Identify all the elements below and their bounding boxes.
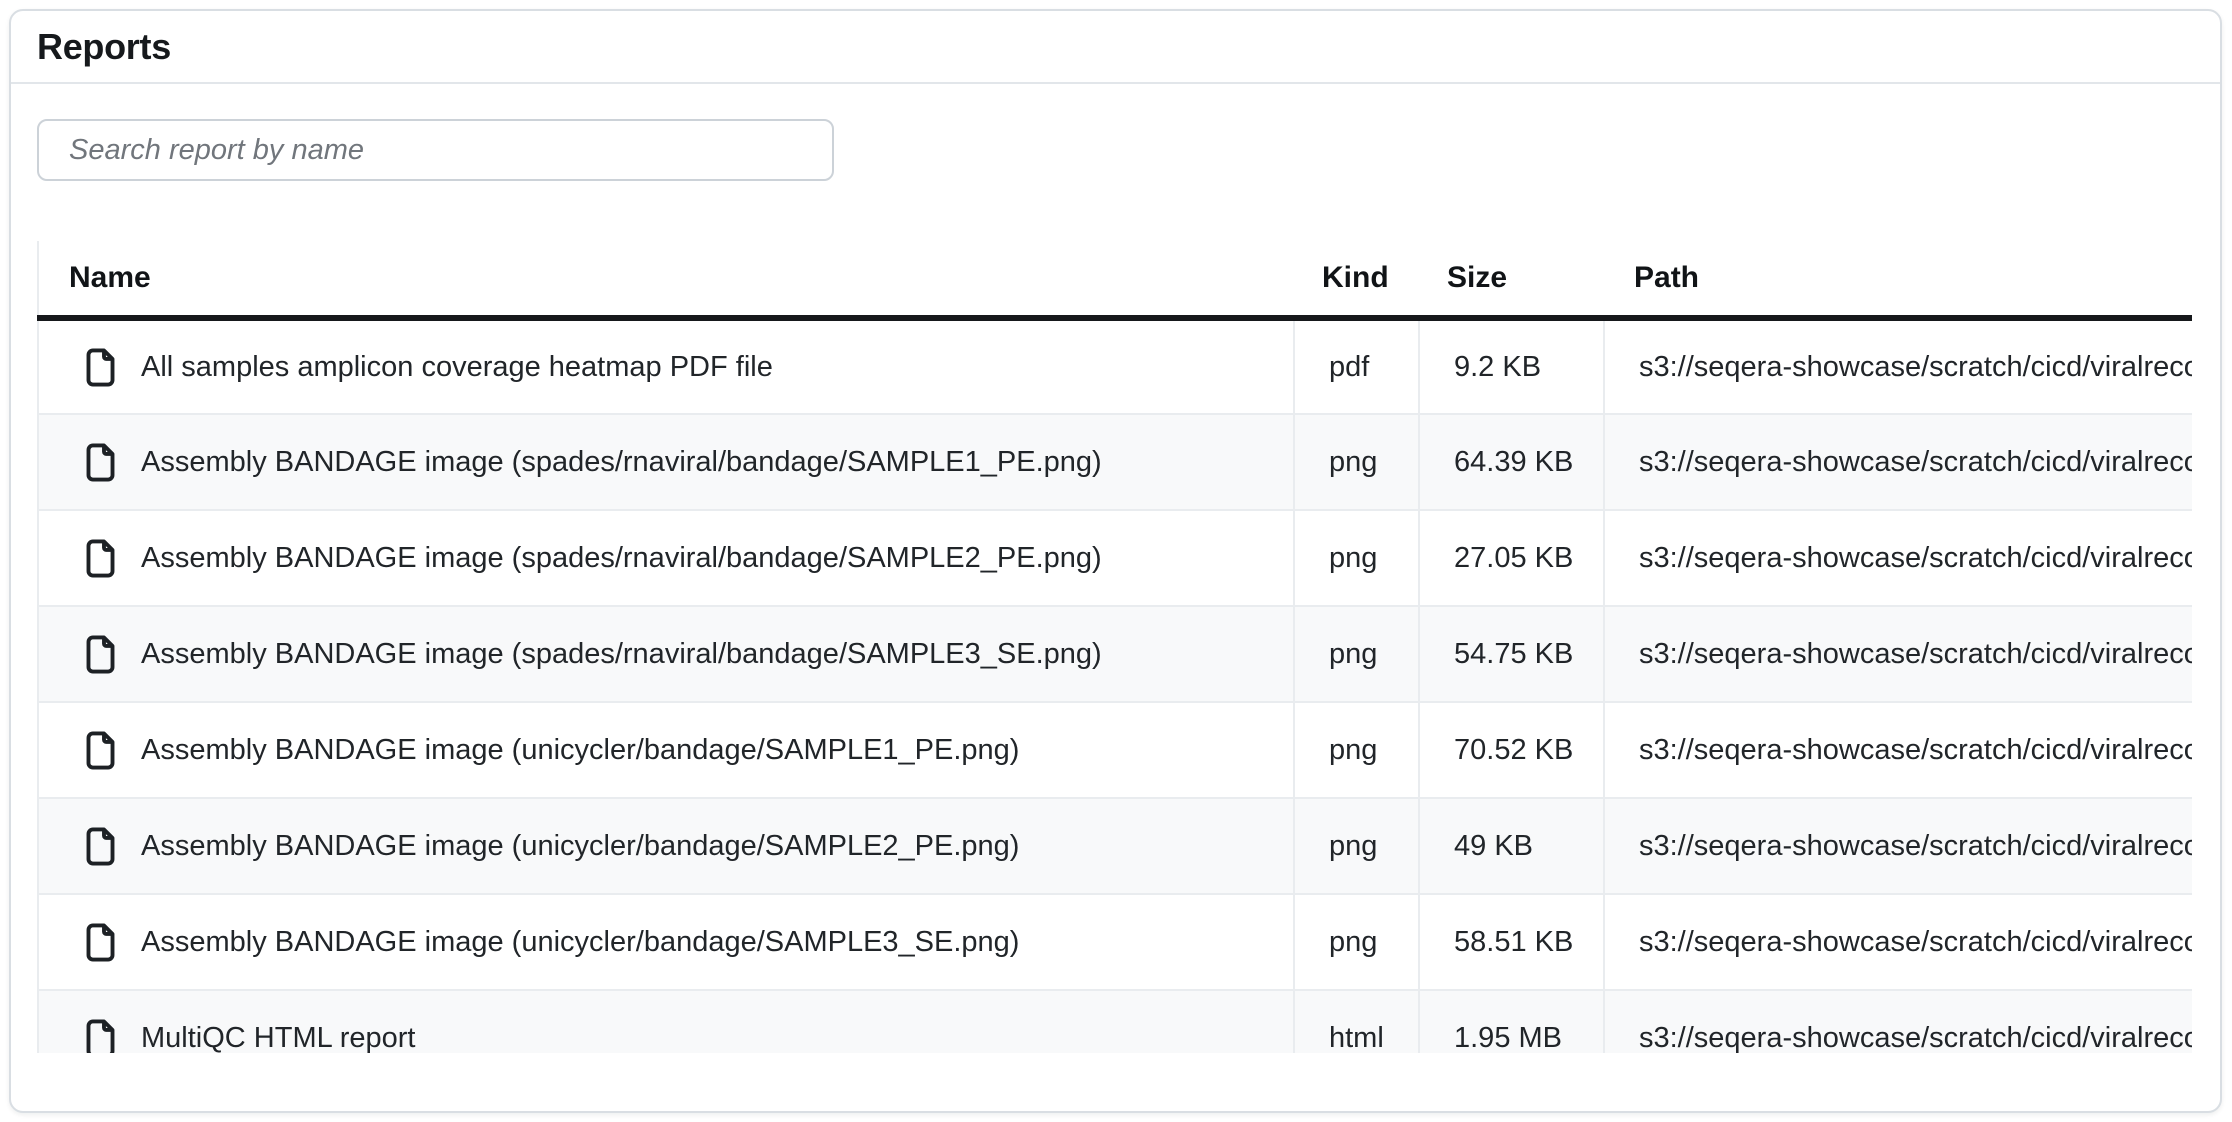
report-size: 70.52 KB xyxy=(1419,702,1604,798)
card-body: Name Kind Size Path All samples amplicon… xyxy=(11,84,2220,1053)
column-header-kind: Kind xyxy=(1294,241,1419,318)
report-path: s3://seqera-showcase/scratch/cicd/viralr… xyxy=(1604,510,2192,606)
reports-table: Name Kind Size Path All samples amplicon… xyxy=(37,241,2192,1053)
table-row[interactable]: MultiQC HTML report html 1.95 MB s3://se… xyxy=(38,990,2192,1053)
report-size: 54.75 KB xyxy=(1419,606,1604,702)
column-header-name: Name xyxy=(38,241,1294,318)
file-earmark-icon xyxy=(85,1019,116,1053)
table-row[interactable]: Assembly BANDAGE image (spades/rnaviral/… xyxy=(38,606,2192,702)
report-path: s3://seqera-showcase/scratch/cicd/viralr… xyxy=(1604,318,2192,414)
report-name-label: Assembly BANDAGE image (spades/rnaviral/… xyxy=(141,638,1102,671)
file-earmark-icon xyxy=(85,348,116,387)
report-name-label: All samples amplicon coverage heatmap PD… xyxy=(141,351,773,384)
report-path: s3://seqera-showcase/scratch/cicd/viralr… xyxy=(1604,606,2192,702)
table-row[interactable]: All samples amplicon coverage heatmap PD… xyxy=(38,318,2192,414)
report-name-label: Assembly BANDAGE image (spades/rnaviral/… xyxy=(141,542,1102,575)
table-row[interactable]: Assembly BANDAGE image (spades/rnaviral/… xyxy=(38,414,2192,510)
file-earmark-icon xyxy=(85,827,116,866)
reports-card: Reports Name Kind Size Path xyxy=(9,9,2222,1113)
report-size: 9.2 KB xyxy=(1419,318,1604,414)
report-kind: png xyxy=(1294,414,1419,510)
report-kind: png xyxy=(1294,510,1419,606)
report-kind: html xyxy=(1294,990,1419,1053)
report-size: 58.51 KB xyxy=(1419,894,1604,990)
report-kind: pdf xyxy=(1294,318,1419,414)
card-header: Reports xyxy=(11,11,2220,84)
file-earmark-icon xyxy=(85,635,116,674)
report-size: 1.95 MB xyxy=(1419,990,1604,1053)
table-row[interactable]: Assembly BANDAGE image (unicycler/bandag… xyxy=(38,894,2192,990)
table-row[interactable]: Assembly BANDAGE image (unicycler/bandag… xyxy=(38,798,2192,894)
table-header-row: Name Kind Size Path xyxy=(38,241,2192,318)
report-path: s3://seqera-showcase/scratch/cicd/viralr… xyxy=(1604,798,2192,894)
report-path: s3://seqera-showcase/scratch/cicd/viralr… xyxy=(1604,990,2192,1053)
report-size: 27.05 KB xyxy=(1419,510,1604,606)
search-input[interactable] xyxy=(37,119,834,181)
page-title: Reports xyxy=(37,26,171,68)
file-earmark-icon xyxy=(85,443,116,482)
report-size: 49 KB xyxy=(1419,798,1604,894)
report-name-label: MultiQC HTML report xyxy=(141,1022,415,1053)
report-kind: png xyxy=(1294,894,1419,990)
column-header-path: Path xyxy=(1604,241,2192,318)
report-name-label: Assembly BANDAGE image (unicycler/bandag… xyxy=(141,926,1019,959)
report-name-label: Assembly BANDAGE image (unicycler/bandag… xyxy=(141,830,1019,863)
reports-table-container: Name Kind Size Path All samples amplicon… xyxy=(37,241,2192,1053)
report-path: s3://seqera-showcase/scratch/cicd/viralr… xyxy=(1604,702,2192,798)
column-header-size: Size xyxy=(1419,241,1604,318)
report-name-label: Assembly BANDAGE image (spades/rnaviral/… xyxy=(141,446,1102,479)
report-name-label: Assembly BANDAGE image (unicycler/bandag… xyxy=(141,734,1019,767)
file-earmark-icon xyxy=(85,539,116,578)
report-kind: png xyxy=(1294,798,1419,894)
file-earmark-icon xyxy=(85,731,116,770)
report-kind: png xyxy=(1294,702,1419,798)
file-earmark-icon xyxy=(85,923,116,962)
report-path: s3://seqera-showcase/scratch/cicd/viralr… xyxy=(1604,894,2192,990)
table-row[interactable]: Assembly BANDAGE image (unicycler/bandag… xyxy=(38,702,2192,798)
report-size: 64.39 KB xyxy=(1419,414,1604,510)
report-kind: png xyxy=(1294,606,1419,702)
report-path: s3://seqera-showcase/scratch/cicd/viralr… xyxy=(1604,414,2192,510)
table-row[interactable]: Assembly BANDAGE image (spades/rnaviral/… xyxy=(38,510,2192,606)
